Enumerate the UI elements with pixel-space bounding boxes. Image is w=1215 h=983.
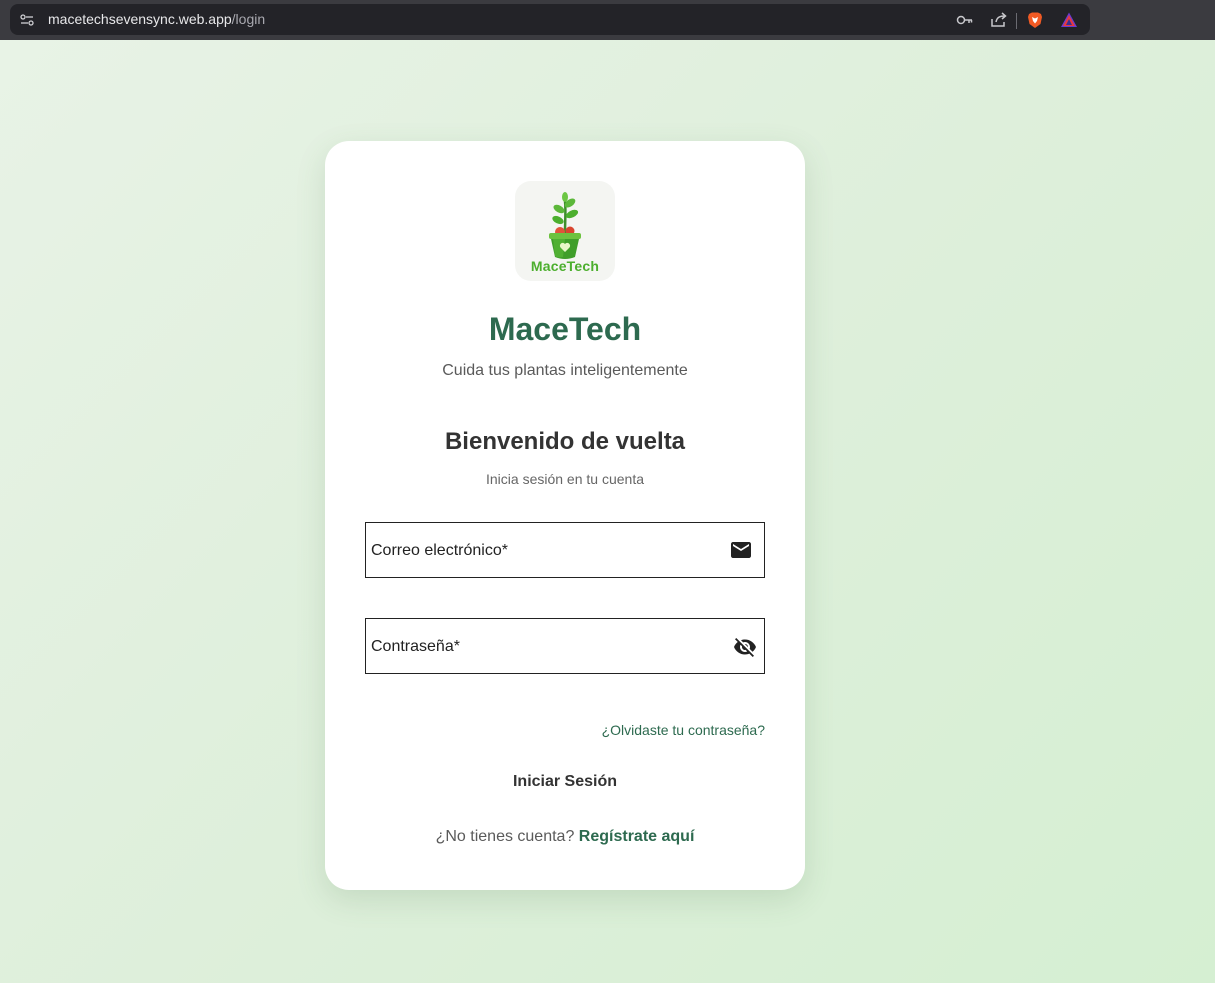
logo-wordmark: MaceTech: [530, 258, 600, 274]
login-button[interactable]: Iniciar Sesión: [325, 771, 805, 793]
page-background: MaceTech MaceTech Cuida tus plantas inte…: [0, 40, 1215, 983]
welcome-heading: Bienvenido de vuelta: [444, 428, 686, 455]
app-tagline: Cuida tus plantas inteligentemente: [442, 362, 688, 379]
url-host: macetechsevensync.web.app: [48, 11, 232, 27]
login-card: MaceTech MaceTech Cuida tus plantas inte…: [325, 141, 805, 890]
forgot-password-link[interactable]: ¿Olvidaste tu contraseña?: [602, 722, 765, 738]
login-subheading: Inicia sesión en tu cuenta: [486, 471, 644, 487]
no-account-text: ¿No tienes cuenta?: [435, 828, 575, 845]
share-icon[interactable]: [990, 11, 1008, 29]
password-field-label: Contraseña*: [371, 638, 460, 655]
app-logo: MaceTech: [515, 181, 615, 281]
register-link[interactable]: Regístrate aquí: [579, 828, 695, 845]
address-bar[interactable]: macetechsevensync.web.app/login: [10, 4, 1090, 35]
key-icon[interactable]: [956, 11, 974, 29]
brave-rewards-triangle-icon[interactable]: [1060, 11, 1078, 29]
visibility-off-icon[interactable]: [733, 635, 757, 659]
tune-icon[interactable]: [20, 13, 34, 27]
url-path: /login: [231, 11, 266, 27]
email-field-label: Correo electrónico*: [371, 542, 508, 559]
password-field[interactable]: Contraseña*: [365, 618, 765, 674]
toolbar-divider: [1016, 13, 1017, 29]
browser-toolbar: macetechsevensync.web.app/login: [0, 0, 1215, 40]
app-title: MaceTech: [488, 311, 642, 347]
brave-lion-icon[interactable]: [1026, 11, 1044, 29]
mail-icon: [731, 542, 751, 558]
register-prompt: ¿No tienes cuenta? Regístrate aquí: [325, 828, 805, 846]
url-text[interactable]: macetechsevensync.web.app/login: [48, 11, 265, 27]
email-field[interactable]: Correo electrónico*: [365, 522, 765, 578]
